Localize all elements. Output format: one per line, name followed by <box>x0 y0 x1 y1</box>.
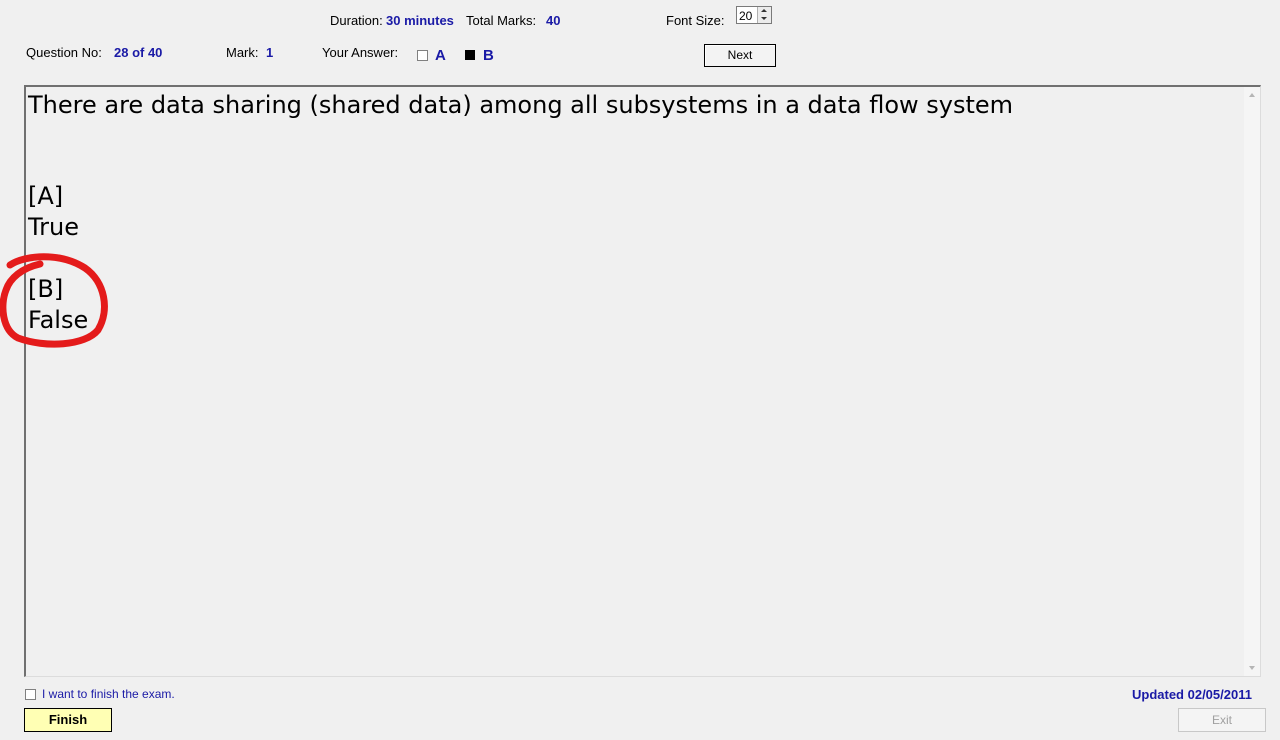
scroll-down-icon[interactable] <box>1249 666 1255 670</box>
finish-exam-checkbox[interactable] <box>25 689 36 700</box>
next-button[interactable]: Next <box>704 44 776 67</box>
font-size-spin-buttons[interactable] <box>757 7 771 23</box>
updated-date: Updated 02/05/2011 <box>1132 687 1252 702</box>
vertical-scrollbar[interactable] <box>1244 87 1260 676</box>
question-panel: There are data sharing (shared data) amo… <box>24 85 1261 677</box>
total-marks-value: 40 <box>546 13 561 28</box>
answer-a-checkbox[interactable] <box>417 50 428 61</box>
question-no-value: 28 of 40 <box>114 45 163 60</box>
red-circle-stroke <box>0 253 108 348</box>
spin-up-icon[interactable] <box>761 9 767 12</box>
scroll-up-icon[interactable] <box>1249 93 1255 97</box>
your-answer-label: Your Answer: <box>322 45 399 60</box>
duration-label: Duration: <box>330 13 383 28</box>
answer-a-label[interactable]: A <box>435 47 446 64</box>
spin-down-icon[interactable] <box>761 17 767 20</box>
font-size-value[interactable]: 20 <box>739 9 752 23</box>
option-a-key: [A] <box>28 182 64 210</box>
total-marks-label: Total Marks: <box>466 13 537 28</box>
red-circle-annotation <box>0 253 108 348</box>
finish-exam-label[interactable]: I want to finish the exam. <box>42 687 175 701</box>
question-no-label: Question No: <box>26 45 102 60</box>
font-size-stepper[interactable]: 20 <box>736 6 772 24</box>
question-text: There are data sharing (shared data) amo… <box>28 91 1014 119</box>
duration-value: 30 minutes <box>386 13 454 28</box>
answer-b-checkbox[interactable] <box>465 50 475 60</box>
finish-button[interactable]: Finish <box>24 708 112 732</box>
option-a-text: True <box>28 213 79 241</box>
font-size-label: Font Size: <box>666 13 725 28</box>
mark-value: 1 <box>266 45 274 60</box>
answer-b-label[interactable]: B <box>483 47 494 64</box>
mark-label: Mark: <box>226 45 259 60</box>
exit-button[interactable]: Exit <box>1178 708 1266 732</box>
